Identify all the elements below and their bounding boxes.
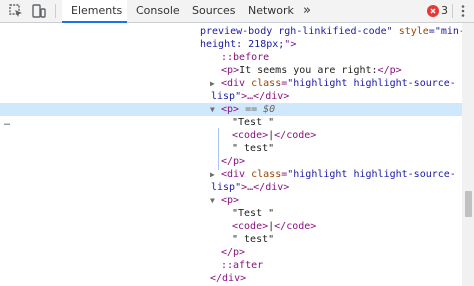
text-node: "Test " bbox=[232, 117, 275, 128]
tab-network[interactable]: Network bbox=[239, 0, 299, 22]
tag-close: >…</div> bbox=[241, 182, 290, 193]
attr-value: "highlight highlight-source- bbox=[287, 169, 456, 180]
devtools-toolbar: Elements Console Sources Network » 3 bbox=[0, 0, 474, 23]
tree-line[interactable]: lisp">…</div> bbox=[0, 90, 462, 103]
tag-close: </p> bbox=[221, 247, 246, 258]
tag-open: <code> bbox=[232, 130, 269, 141]
tag-close: </div> bbox=[210, 273, 247, 284]
tag-close: </p> bbox=[221, 156, 246, 167]
tree-line[interactable]: ::after bbox=[0, 259, 462, 272]
expand-arrow-icon[interactable]: ▶ bbox=[210, 77, 215, 90]
text-node: " test" bbox=[232, 234, 275, 245]
elements-tree[interactable]: preview-body rgh-linkified-code" style="… bbox=[0, 23, 462, 286]
tab-elements[interactable]: Elements bbox=[62, 0, 127, 23]
tab-elements-label: Elements bbox=[71, 4, 123, 17]
attr-value: "highlight highlight-source- bbox=[287, 78, 456, 89]
collapse-arrow-icon[interactable]: ▼ bbox=[210, 103, 215, 116]
tree-line[interactable]: height: 218px;"> bbox=[0, 38, 462, 51]
selected-node-marker: == $0 bbox=[239, 104, 276, 115]
tab-console-label: Console bbox=[136, 4, 180, 17]
tree-line[interactable]: <code>|</code> bbox=[0, 129, 462, 142]
tree-line[interactable]: ::before bbox=[0, 51, 462, 64]
attr-name: class bbox=[251, 169, 282, 180]
attr-value: lisp" bbox=[211, 182, 242, 193]
tab-sources-label: Sources bbox=[192, 4, 236, 17]
tree-line[interactable]: " test" bbox=[0, 233, 462, 246]
tree-line[interactable]: ▶ <div class="highlight highlight-source… bbox=[0, 77, 462, 90]
tag-open: <p> bbox=[221, 104, 240, 115]
tree-line[interactable]: </p> bbox=[0, 246, 462, 259]
tree-line[interactable]: </div> bbox=[0, 272, 462, 285]
scrollbar-thumb[interactable] bbox=[465, 191, 472, 217]
tab-network-label: Network bbox=[248, 4, 294, 17]
tree-line[interactable]: "Test " bbox=[0, 207, 462, 220]
more-tabs-label: » bbox=[303, 3, 311, 18]
kebab-menu-icon[interactable] bbox=[460, 3, 466, 19]
attr-value: preview-body rgh-linkified-code" bbox=[200, 26, 399, 37]
toolbar-divider bbox=[55, 4, 56, 18]
text-node: " test" bbox=[232, 143, 275, 154]
tree-line[interactable]: " test" bbox=[0, 142, 462, 155]
tag-open: <p> bbox=[221, 65, 240, 76]
text-node: "Test " bbox=[232, 208, 275, 219]
attr-value: lisp" bbox=[211, 91, 242, 102]
toolbar-divider-right bbox=[452, 4, 453, 18]
after-pseudo: ::after bbox=[221, 260, 264, 271]
attr-value: height: 218px; bbox=[200, 39, 285, 50]
tree-line[interactable]: <code>|</code> bbox=[0, 220, 462, 233]
more-tabs-button[interactable]: » bbox=[299, 0, 317, 22]
attr-value: ="min- bbox=[428, 26, 462, 37]
text-node: It seems you are right: bbox=[239, 65, 378, 76]
device-toolbar-icon[interactable] bbox=[31, 3, 47, 19]
tree-line[interactable]: lisp">…</div> bbox=[0, 181, 462, 194]
tree-line[interactable]: preview-body rgh-linkified-code" style="… bbox=[0, 25, 462, 38]
attr-name: class bbox=[251, 78, 282, 89]
inspect-element-icon[interactable] bbox=[8, 3, 24, 19]
selected-tree-line[interactable]: … ▼ <p> == $0 bbox=[0, 103, 462, 128]
expand-arrow-icon[interactable]: ▶ bbox=[210, 168, 215, 181]
collapse-arrow-icon[interactable]: ▼ bbox=[210, 194, 215, 207]
tag-close: </p> bbox=[377, 65, 402, 76]
before-pseudo: ::before bbox=[221, 52, 270, 63]
tab-console[interactable]: Console bbox=[127, 0, 183, 22]
tag-close: </code> bbox=[274, 130, 317, 141]
tree-line[interactable]: ▶ <div class="highlight highlight-source… bbox=[0, 168, 462, 181]
attr-name: style bbox=[398, 26, 429, 37]
tag-open: <p> bbox=[221, 195, 240, 206]
error-icon[interactable] bbox=[427, 5, 439, 17]
tag-close: >…</div> bbox=[241, 91, 290, 102]
tree-line[interactable]: ▼ <p> bbox=[0, 194, 462, 207]
error-count[interactable]: 3 bbox=[441, 0, 448, 22]
tag-open: <div bbox=[221, 169, 252, 180]
tag-open: <code> bbox=[232, 221, 269, 232]
tab-sources[interactable]: Sources bbox=[183, 0, 239, 22]
tree-line[interactable]: "Test " bbox=[0, 116, 462, 129]
tree-line[interactable]: </p> bbox=[0, 155, 462, 168]
tag-open: <div bbox=[221, 78, 252, 89]
tag-close: </code> bbox=[274, 221, 317, 232]
vertical-scrollbar[interactable] bbox=[462, 23, 474, 286]
tree-line[interactable]: <p>It seems you are right:</p> bbox=[0, 64, 462, 77]
tag-end: "> bbox=[284, 39, 297, 50]
